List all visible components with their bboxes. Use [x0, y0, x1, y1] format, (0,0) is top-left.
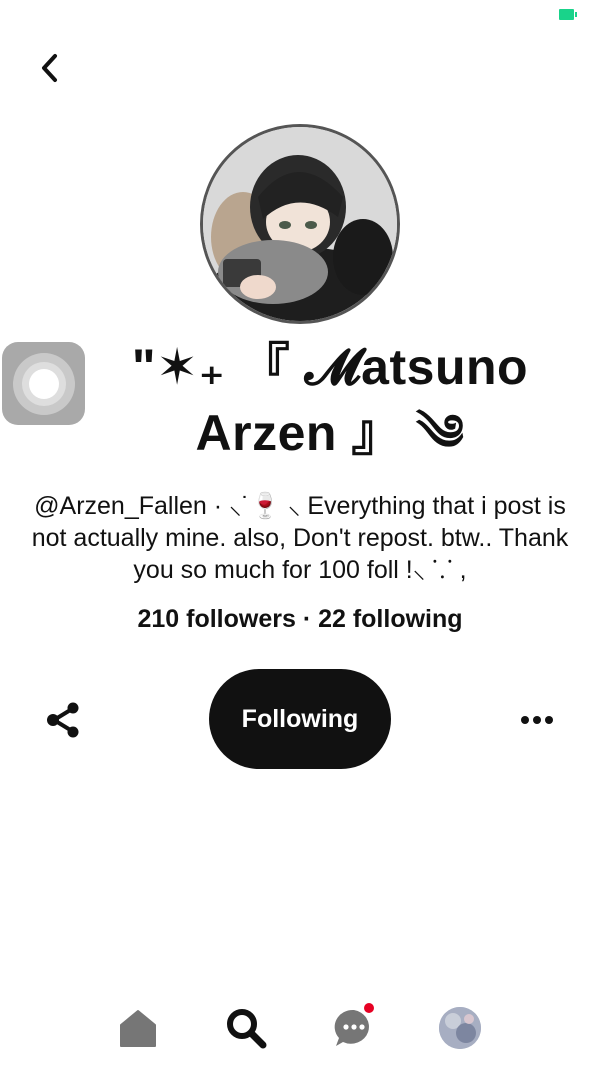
- share-icon: [47, 702, 79, 738]
- notification-dot: [364, 1003, 374, 1013]
- more-horizontal-icon: [521, 716, 529, 724]
- follower-stats[interactable]: 210 followers · 22 following: [0, 602, 600, 636]
- profile-avatar-icon: [439, 1007, 481, 1049]
- more-options-button[interactable]: [512, 697, 562, 743]
- assistive-touch-button[interactable]: [2, 342, 85, 425]
- back-button[interactable]: [30, 48, 70, 88]
- nav-search[interactable]: [218, 1000, 274, 1056]
- nav-messages[interactable]: [326, 1000, 382, 1056]
- messages-icon: [334, 1009, 369, 1046]
- profile-bio: @Arzen_Fallen · ⸜˙🍷 ⸜ Everything that i …: [31, 492, 569, 584]
- profile-avatar[interactable]: [200, 124, 400, 324]
- bottom-navigation: [0, 990, 600, 1067]
- avatar-image: [203, 127, 397, 321]
- profile-actions: Following: [0, 669, 600, 769]
- display-name-line-1: "✶₊ 『 𝓜atsuno: [131, 339, 529, 395]
- nav-profile[interactable]: [432, 1000, 488, 1056]
- search-icon: [227, 1009, 267, 1049]
- following-button[interactable]: Following: [209, 669, 391, 769]
- battery-icon: [559, 9, 577, 20]
- display-name: "✶₊ 『 𝓜atsuno Arzen 』 ༄: [90, 334, 570, 466]
- display-name-line-2: Arzen 』 ༄: [195, 405, 465, 461]
- chevron-left-icon: [42, 54, 57, 82]
- profile-screen: "✶₊ 『 𝓜atsuno Arzen 』 ༄ @Arzen_Fallen · …: [0, 0, 600, 1067]
- home-icon: [120, 1010, 156, 1047]
- nav-home[interactable]: [110, 1000, 166, 1056]
- share-button[interactable]: [40, 697, 86, 743]
